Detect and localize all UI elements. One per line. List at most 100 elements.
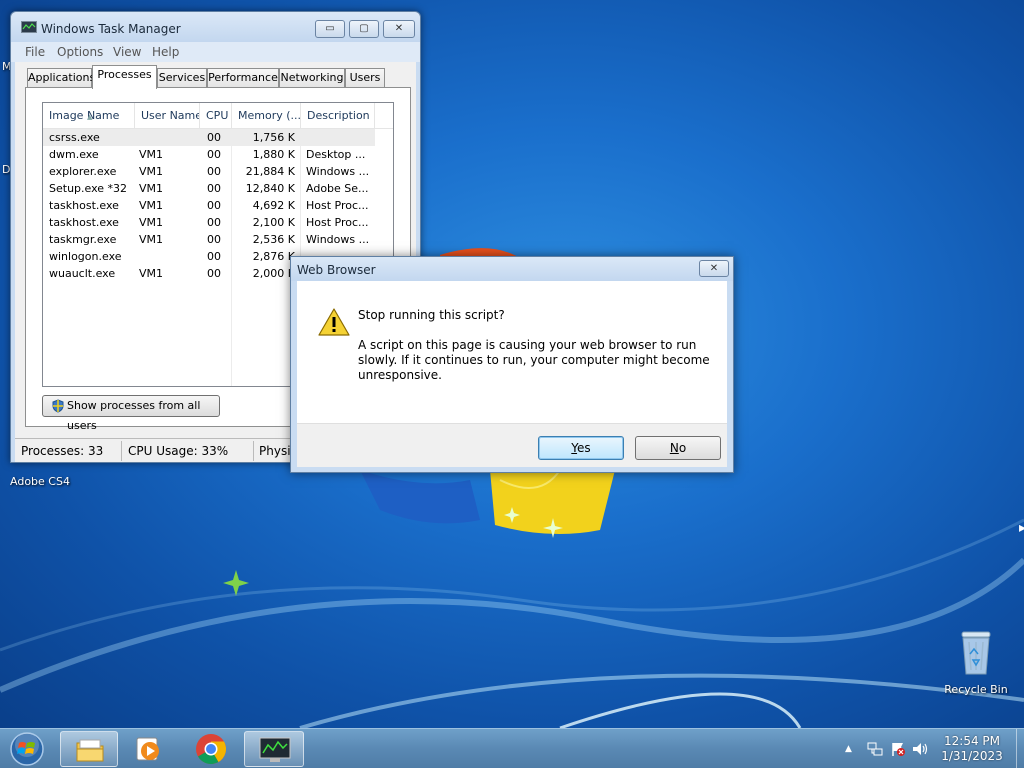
cell-image-name: wuauclt.exe [49, 267, 116, 280]
uac-shield-icon [52, 399, 64, 413]
task-manager-titlebar[interactable]: Windows Task Manager ▭ ▢ ✕ [11, 12, 420, 42]
cell-image-name: dwm.exe [49, 148, 99, 161]
action-center-flag-icon[interactable] [890, 741, 906, 757]
clock-date: 1/31/2023 [941, 749, 1003, 763]
process-row[interactable]: taskhost.exe VM1 00 4,692 K Host Proc... [43, 197, 375, 214]
recycle-bin-label: Recycle Bin [944, 683, 1008, 696]
status-cpu-usage: CPU Usage: 33% [128, 444, 229, 458]
script-warning-dialog: Web Browser ✕ Stop running this script? … [290, 256, 734, 473]
cell-cpu: 00 [207, 148, 221, 161]
process-row[interactable]: taskmgr.exe VM1 00 2,536 K Windows ... [43, 231, 375, 248]
taskbar-clock[interactable]: 12:54 PM 1/31/2023 [930, 734, 1014, 764]
cell-description: Windows ... [306, 233, 370, 246]
column-cpu[interactable]: CPU [200, 103, 232, 129]
cell-memory: 21,884 K [245, 165, 295, 178]
tab-performance[interactable]: Performance [207, 68, 279, 88]
dialog-title: Web Browser [297, 263, 376, 277]
cell-description: Windows ... [306, 165, 370, 178]
process-list-header: ▲ Image Name User Name CPU Memory (... D… [43, 103, 393, 129]
minimize-button[interactable]: ▭ [315, 20, 345, 38]
cell-description: Adobe Se... [306, 182, 369, 195]
start-button[interactable] [8, 731, 46, 767]
process-row[interactable]: dwm.exe VM1 00 1,880 K Desktop ... [43, 146, 375, 163]
cell-cpu: 00 [207, 267, 221, 280]
menu-file[interactable]: File [25, 45, 45, 59]
show-hidden-icons-button[interactable]: ▲ [845, 744, 852, 754]
cell-image-name: taskhost.exe [49, 199, 119, 212]
cell-user-name: VM1 [139, 199, 164, 212]
tab-processes[interactable]: Processes [92, 65, 157, 89]
menu-help[interactable]: Help [152, 45, 179, 59]
sort-ascending-icon: ▲ [87, 113, 93, 121]
process-row[interactable]: csrss.exe 00 1,756 K [43, 129, 375, 146]
cell-memory: 12,840 K [245, 182, 295, 195]
network-icon[interactable] [867, 741, 883, 757]
column-memory[interactable]: Memory (... [232, 103, 301, 129]
cell-cpu: 00 [207, 199, 221, 212]
cell-user-name: VM1 [139, 216, 164, 229]
cell-memory: 2,876 K [252, 250, 295, 263]
column-user-name[interactable]: User Name [135, 103, 200, 129]
cell-user-name: VM1 [139, 233, 164, 246]
desktop-shortcut-adobe-cs4[interactable]: Adobe CS4 [10, 475, 70, 488]
dialog-heading: Stop running this script? [358, 308, 505, 322]
dialog-titlebar[interactable]: Web Browser ✕ [291, 257, 733, 281]
dialog-message: A script on this page is causing your we… [358, 338, 710, 382]
task-manager-app-icon [21, 21, 37, 33]
column-image-name[interactable]: ▲ Image Name [43, 103, 135, 129]
chrome-icon [196, 734, 227, 765]
menu-options[interactable]: Options [57, 45, 103, 59]
show-all-processes-button[interactable]: Show processes from all users [42, 395, 220, 432]
cell-memory: 2,100 K [252, 216, 295, 229]
no-button[interactable]: No [635, 436, 721, 460]
cell-memory: 1,880 K [252, 148, 295, 161]
cell-cpu: 00 [207, 131, 221, 144]
taskbar-media-player[interactable] [120, 731, 178, 767]
column-description[interactable]: Description [301, 103, 375, 129]
cell-user-name: VM1 [139, 267, 164, 280]
cell-image-name: csrss.exe [49, 131, 100, 144]
cell-user-name: VM1 [139, 165, 164, 178]
volume-icon[interactable] [912, 741, 930, 757]
column-divider [231, 129, 232, 386]
tab-networking[interactable]: Networking [279, 68, 345, 88]
cell-memory: 1,756 K [252, 131, 295, 144]
recycle-bin-icon [961, 631, 991, 675]
media-player-icon [136, 737, 159, 761]
recycle-bin[interactable]: Recycle Bin [940, 630, 1012, 696]
cell-cpu: 00 [207, 216, 221, 229]
cell-user-name: VM1 [139, 182, 164, 195]
folder-icon [76, 739, 104, 762]
cell-cpu: 00 [207, 165, 221, 178]
taskbar-task-manager[interactable] [244, 731, 304, 767]
warning-icon [318, 308, 350, 336]
menu-bar: File Options View Help [11, 42, 420, 62]
dialog-footer: Yes No [297, 423, 727, 467]
taskbar-explorer[interactable] [60, 731, 118, 767]
mouse-cursor-icon: ▸ [1019, 520, 1024, 536]
tab-services[interactable]: Services [157, 68, 207, 88]
tab-applications[interactable]: Applications [27, 68, 95, 88]
cell-cpu: 00 [207, 233, 221, 246]
cell-cpu: 00 [207, 182, 221, 195]
process-row[interactable]: Setup.exe *32 VM1 00 12,840 K Adobe Se... [43, 180, 375, 197]
tab-users[interactable]: Users [345, 68, 385, 88]
process-row[interactable]: explorer.exe VM1 00 21,884 K Windows ... [43, 163, 375, 180]
taskbar-chrome[interactable] [182, 731, 240, 767]
show-desktop-button[interactable] [1016, 729, 1024, 768]
clock-time: 12:54 PM [944, 734, 1000, 748]
cell-user-name: VM1 [139, 148, 164, 161]
maximize-button[interactable]: ▢ [349, 20, 379, 38]
cell-image-name: taskmgr.exe [49, 233, 117, 246]
dialog-close-button[interactable]: ✕ [699, 260, 729, 277]
process-row[interactable]: taskhost.exe VM1 00 2,100 K Host Proc... [43, 214, 375, 231]
show-all-processes-label: Show processes from all users [67, 399, 201, 432]
cell-description: Desktop ... [306, 148, 366, 161]
cell-cpu: 00 [207, 250, 221, 263]
yes-button[interactable]: Yes [538, 436, 624, 460]
close-button[interactable]: ✕ [383, 20, 415, 38]
cell-image-name: winlogon.exe [49, 250, 122, 263]
cell-image-name: Setup.exe *32 [49, 182, 128, 195]
menu-view[interactable]: View [113, 45, 141, 59]
cell-memory: 2,000 K [252, 267, 295, 280]
